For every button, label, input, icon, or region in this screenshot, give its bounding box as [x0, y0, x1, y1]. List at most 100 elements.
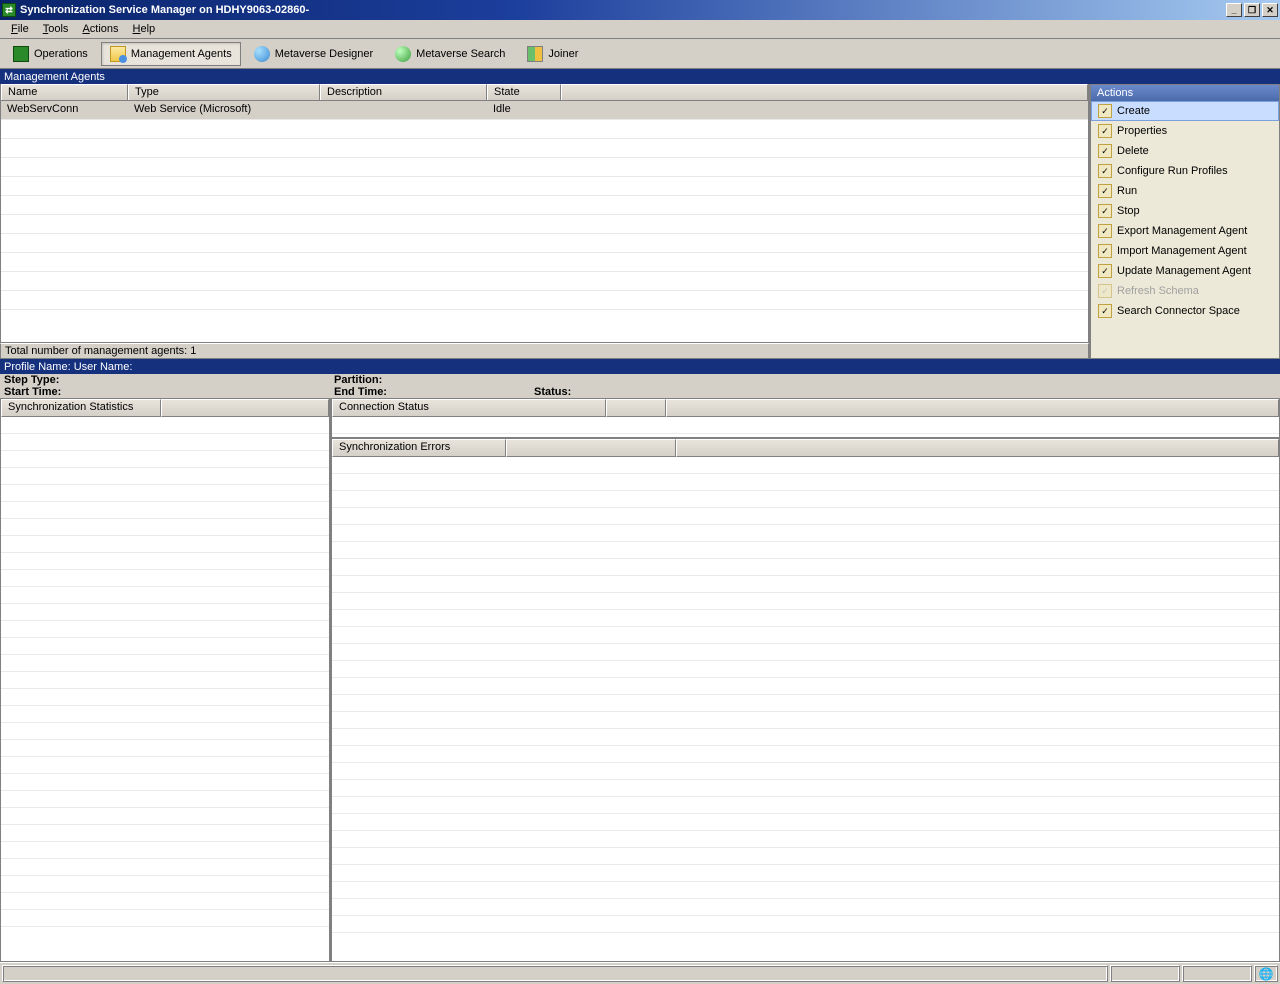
cell-name [1, 177, 128, 195]
action-icon: ✓ [1098, 124, 1112, 138]
cell-type [128, 291, 320, 309]
cell-type: Web Service (Microsoft) [128, 101, 320, 119]
action-label: Refresh Schema [1117, 285, 1199, 297]
action-icon: ✓ [1098, 224, 1112, 238]
action-run[interactable]: ✓Run [1091, 181, 1279, 201]
cell-state [487, 120, 561, 138]
operations-icon [13, 46, 29, 62]
action-delete[interactable]: ✓Delete [1091, 141, 1279, 161]
cell-name [1, 158, 128, 176]
action-stop[interactable]: ✓Stop [1091, 201, 1279, 221]
maximize-button[interactable]: ❐ [1244, 3, 1260, 17]
section-management-agents: Management Agents [0, 69, 1280, 84]
cell-state [487, 234, 561, 252]
partition-label: Partition: [334, 374, 399, 386]
table-row[interactable] [1, 234, 1088, 253]
statusbar-network-icon: 🌐 [1254, 965, 1278, 982]
statusbar-cell-2 [1110, 965, 1180, 982]
table-row[interactable] [1, 196, 1088, 215]
cell-state [487, 272, 561, 290]
table-row[interactable] [1, 120, 1088, 139]
cell-name [1, 215, 128, 233]
cell-state [487, 158, 561, 176]
action-export-management-agent[interactable]: ✓Export Management Agent [1091, 221, 1279, 241]
connection-status-header2[interactable] [606, 399, 666, 417]
action-import-management-agent[interactable]: ✓Import Management Agent [1091, 241, 1279, 261]
sync-statistics-panel[interactable]: Synchronization Statistics [0, 398, 330, 962]
menu-tools[interactable]: Tools [36, 21, 76, 37]
action-update-management-agent[interactable]: ✓Update Management Agent [1091, 261, 1279, 281]
management-agents-icon [110, 46, 126, 62]
cell-description [320, 272, 487, 290]
cell-description [320, 120, 487, 138]
cell-description [320, 101, 487, 119]
sync-errors-panel[interactable]: Synchronization Errors [331, 438, 1280, 962]
action-create[interactable]: ✓Create [1091, 101, 1279, 121]
action-icon: ✓ [1098, 184, 1112, 198]
menu-help[interactable]: Help [126, 21, 163, 37]
toolbar-management-agents[interactable]: Management Agents [101, 42, 241, 66]
cell-type [128, 158, 320, 176]
toolbar-metaverse-designer[interactable]: Metaverse Designer [245, 42, 382, 66]
table-row[interactable] [1, 272, 1088, 291]
cell-type [128, 272, 320, 290]
table-row[interactable] [1, 177, 1088, 196]
sync-errors-header3[interactable] [676, 439, 1279, 457]
action-label: Create [1117, 105, 1150, 117]
action-properties[interactable]: ✓ Properties [1091, 121, 1279, 141]
action-label: Properties [1117, 125, 1167, 137]
cell-state [487, 253, 561, 271]
toolbar-metaverse-search-label: Metaverse Search [416, 48, 505, 60]
management-agents-table[interactable]: Name Type Description State WebServConnW… [0, 84, 1089, 343]
toolbar-joiner[interactable]: Joiner [518, 42, 587, 66]
action-icon: ✓ [1098, 244, 1112, 258]
cell-type [128, 253, 320, 271]
actions-panel: Actions ✓Create✓Properties✓Delete✓Config… [1090, 84, 1280, 359]
table-row[interactable] [1, 215, 1088, 234]
menubar: File Tools Actions Help [0, 20, 1280, 39]
action-search-connector-space[interactable]: ✓Search Connector Space [1091, 301, 1279, 321]
sync-errors-header2[interactable] [506, 439, 676, 457]
table-row[interactable]: WebServConnWeb Service (Microsoft)Idle [1, 101, 1088, 120]
sync-statistics-header[interactable]: Synchronization Statistics [1, 399, 161, 417]
cell-type [128, 196, 320, 214]
close-button[interactable]: ✕ [1262, 3, 1278, 17]
cell-type [128, 120, 320, 138]
connection-status-panel[interactable]: Connection Status [331, 398, 1280, 438]
cell-name [1, 120, 128, 138]
cell-type [128, 177, 320, 195]
toolbar-operations[interactable]: Operations [4, 42, 97, 66]
cell-type [128, 234, 320, 252]
connection-status-header3[interactable] [666, 399, 1279, 417]
table-row[interactable] [1, 291, 1088, 310]
cell-description [320, 196, 487, 214]
cell-type [128, 139, 320, 157]
minimize-button[interactable]: _ [1226, 3, 1242, 17]
cell-name [1, 234, 128, 252]
col-name[interactable]: Name [1, 84, 128, 100]
statusbar-cell-3 [1182, 965, 1252, 982]
col-description[interactable]: Description [320, 84, 487, 100]
menu-actions[interactable]: Actions [75, 21, 125, 37]
table-row[interactable] [1, 253, 1088, 272]
menu-file[interactable]: File [4, 21, 36, 37]
cell-name [1, 196, 128, 214]
table-row[interactable] [1, 139, 1088, 158]
statusbar-cell-1 [2, 965, 1108, 982]
cell-name [1, 139, 128, 157]
table-row[interactable] [1, 158, 1088, 177]
sync-errors-header[interactable]: Synchronization Errors [332, 439, 506, 457]
toolbar-metaverse-designer-label: Metaverse Designer [275, 48, 373, 60]
toolbar-metaverse-search[interactable]: Metaverse Search [386, 42, 514, 66]
sync-statistics-header2[interactable] [161, 399, 329, 417]
action-icon: ✓ [1098, 264, 1112, 278]
window-title: Synchronization Service Manager on HDHY9… [20, 4, 309, 16]
action-icon: ✓ [1098, 164, 1112, 178]
col-state[interactable]: State [487, 84, 561, 100]
cell-description [320, 291, 487, 309]
connection-status-header[interactable]: Connection Status [332, 399, 606, 417]
action-configure-run-profiles[interactable]: ✓Configure Run Profiles [1091, 161, 1279, 181]
action-icon: ✓ [1098, 304, 1112, 318]
toolbar-management-agents-label: Management Agents [131, 48, 232, 60]
col-type[interactable]: Type [128, 84, 320, 100]
